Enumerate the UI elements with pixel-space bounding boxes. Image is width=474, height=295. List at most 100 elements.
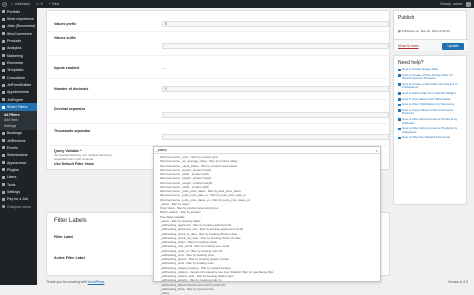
marketing-icon: [2, 54, 5, 57]
main-content: Values prefix $ Values suffix Inputs ena…: [37, 8, 474, 285]
footer-credit: Thank you for creating with WordPress.: [46, 280, 105, 284]
analytics-icon: [2, 47, 5, 50]
sidebar-item-tools[interactable]: Tools: [0, 181, 37, 188]
wordpress-logo-icon[interactable]: W: [0, 0, 8, 8]
dropdown-option[interactable]: _salary: [154, 291, 380, 295]
woocommerce-icon: [2, 32, 5, 35]
wordpress-link[interactable]: WordPress: [88, 280, 105, 284]
publish-box: Publish ▦ Published on: Mar 20, 2024 at …: [393, 10, 467, 50]
sidebar-item-events[interactable]: Events: [0, 144, 37, 151]
sidebar-item-elementor[interactable]: Elementor: [0, 59, 37, 66]
jobs-icon: [2, 25, 5, 28]
events-icon: [2, 146, 5, 149]
appearance-icon: [2, 161, 5, 164]
inputs-enabled-toggle[interactable]: —: [162, 66, 166, 70]
sidebar-item-crocoblock[interactable]: Crocoblock: [0, 74, 37, 81]
decimal-separator-row: Decimal separator: [54, 107, 85, 111]
sidebar-item-analytics[interactable]: Analytics: [0, 45, 37, 52]
thousands-separator-input[interactable]: ,: [162, 134, 389, 140]
sidebar-item-appearance[interactable]: Appearance: [0, 159, 37, 166]
values-suffix-row: Values suffix: [54, 36, 76, 40]
video-icon: [398, 69, 401, 72]
bookings-icon: [2, 132, 5, 135]
video-icon: [398, 104, 401, 107]
filter-labels-title: Filter Labels: [54, 218, 87, 224]
admin-sidebar: Portfolio Work experience Jobs (Recovere…: [0, 8, 37, 285]
submissions-icon: [2, 154, 5, 157]
admin-bar: W ⌂ Jobboard ▭ 0 + New Howdy, admin: [0, 0, 474, 8]
wpe-icon: [2, 18, 5, 21]
submenu-settings[interactable]: Settings: [0, 123, 37, 129]
inputs-enabled-row: Inputs enabled: [54, 66, 79, 70]
video-icon: [398, 74, 401, 77]
settings-icon: [2, 191, 5, 194]
query-variable-search-input[interactable]: _salary ×: [154, 147, 380, 154]
close-icon[interactable]: ×: [376, 148, 378, 153]
new-content-link[interactable]: + New: [46, 0, 63, 8]
help-title: Need help?: [394, 56, 466, 66]
decimal-separator-input[interactable]: .: [162, 112, 389, 118]
smart-filters-submenu: All Filters Add New Settings: [0, 111, 37, 130]
sidebar-item-templates[interactable]: Templates: [0, 67, 37, 74]
sidebar-item-appointments[interactable]: Appointments: [0, 89, 37, 96]
plus-icon: +: [49, 2, 51, 6]
comment-icon: ▭: [36, 2, 39, 6]
help-link[interactable]: How to Use Values from Meta Fields: [398, 98, 466, 102]
sidebar-item-jobs[interactable]: Jobs (Recovered): [0, 23, 37, 30]
published-date: ▦ Published on: Mar 20, 2024 at 08:15: [398, 29, 450, 33]
templates-icon: [2, 69, 5, 72]
decimals-input[interactable]: 0: [162, 86, 389, 92]
values-prefix-input[interactable]: $: [162, 21, 389, 27]
sidebar-item-work-experience[interactable]: Work experience: [0, 15, 37, 22]
plugins-icon: [2, 168, 5, 171]
avatar: [466, 2, 471, 7]
sidebar-item-settings[interactable]: Settings: [0, 188, 37, 195]
sidebar-item-jetreviews[interactable]: JetReviews: [0, 137, 37, 144]
help-box: Need help? How to Create Range Filter How…: [393, 55, 467, 205]
sidebar-item-jetformbuilder[interactable]: JetFormBuilder: [0, 81, 37, 88]
collapse-icon: [2, 205, 5, 208]
help-link[interactable]: How to Filter WooCommerce Products by At…: [398, 118, 466, 125]
video-icon: [398, 83, 401, 86]
video-icon: [398, 118, 401, 121]
comments-link[interactable]: ▭ 0: [33, 0, 46, 8]
update-button[interactable]: Update: [442, 43, 464, 50]
help-link[interactable]: How to Create a Price Range Filter for W…: [398, 74, 466, 81]
tools-icon: [2, 183, 5, 186]
help-link[interactable]: How to Create a New Filter and Apply it …: [398, 83, 466, 90]
help-link[interactable]: How to Create Range Filter: [398, 68, 466, 72]
query-variable-select[interactable]: _salary × WooCommerce _price - filter by…: [153, 146, 381, 282]
sidebar-item-smart-filters[interactable]: Smart Filters: [0, 103, 37, 110]
sidebar-item-jetengine[interactable]: JetEngine: [0, 96, 37, 103]
appointments-icon: [2, 91, 5, 94]
publish-title: Publish: [394, 11, 466, 21]
my-account-link[interactable]: Howdy, admin: [437, 0, 474, 8]
move-to-trash-link[interactable]: Move to trash: [398, 44, 419, 48]
sidebar-item-marketing[interactable]: Marketing: [0, 52, 37, 59]
smart-filters-icon: [2, 106, 5, 109]
collapse-menu-button[interactable]: Collapse menu: [0, 203, 37, 210]
crocoblock-icon: [2, 76, 5, 79]
sidebar-item-portfolio[interactable]: Portfolio: [0, 8, 37, 15]
sidebar-item-users[interactable]: Users: [0, 174, 37, 181]
help-link[interactable]: How to Add a Filter for a Specific Widge…: [398, 92, 466, 96]
sidebar-item-bookings[interactable]: Bookings: [0, 130, 37, 137]
site-name-link[interactable]: ⌂ Jobboard: [8, 0, 33, 8]
help-link[interactable]: How to Filter WooCommerce Products by Ca…: [398, 127, 466, 134]
calendar-icon: ▦: [398, 29, 401, 33]
help-link[interactable]: How to Apply Filters to WooCommerce Prod…: [398, 109, 466, 116]
sidebar-item-submissions[interactable]: Submissions: [0, 152, 37, 159]
svg-text:W: W: [3, 2, 6, 6]
video-icon: [398, 92, 401, 95]
thousands-separator-row: Thousands separator: [54, 129, 91, 133]
sidebar-item-woocommerce[interactable]: WooCommerce: [0, 30, 37, 37]
query-variable-options: WooCommerce _price - filter by product p…: [154, 154, 380, 295]
video-icon: [398, 109, 401, 112]
footer-version: Version 6.4.3: [448, 280, 468, 284]
sidebar-item-plugins[interactable]: Plugins: [0, 166, 37, 173]
sidebar-item-pay-for-a-job[interactable]: Pay for a Job: [0, 196, 37, 203]
help-link[interactable]: How to Filter the Related Post Items: [398, 136, 466, 140]
values-suffix-input[interactable]: [162, 43, 389, 49]
help-link[interactable]: How to Filter Publications by Taxonomy: [398, 103, 466, 107]
sidebar-item-products[interactable]: Products: [0, 37, 37, 44]
